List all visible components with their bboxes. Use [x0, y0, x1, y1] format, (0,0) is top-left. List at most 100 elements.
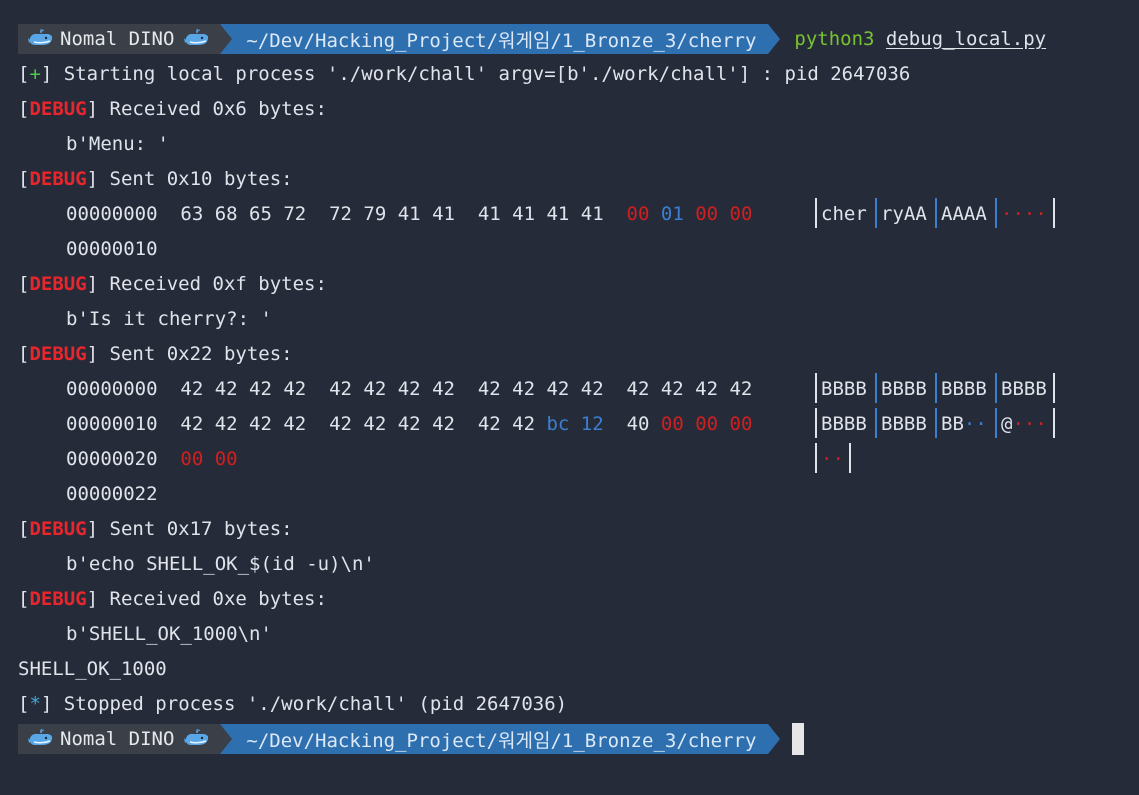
ascii-chunk: ··: [821, 448, 844, 470]
output-line: [DEBUG] Sent 0x22 bytes:: [18, 343, 293, 365]
debug-tag: DEBUG: [29, 588, 87, 610]
ascii-chunk: BB··: [941, 410, 987, 438]
output-text: b'Is it cherry?: ': [66, 308, 272, 330]
ascii-chunk: BBBB: [881, 378, 927, 400]
hex-address: 00000010: [66, 238, 158, 260]
status-star: *: [29, 693, 41, 715]
command-arg: debug_local.py: [885, 28, 1047, 50]
output-line: [DEBUG] Received 0xe bytes:: [18, 588, 327, 610]
output-text: Sent 0x10 bytes:: [98, 168, 293, 190]
whale-icon: [184, 29, 210, 49]
ascii-border: [1053, 373, 1055, 403]
output-text: Received 0x6 bytes:: [98, 98, 327, 120]
hex-address: 00000020: [66, 448, 158, 470]
ascii-separator: [875, 198, 877, 228]
ascii-border: [1053, 198, 1055, 228]
ascii-border: [1053, 408, 1055, 438]
ascii-border: [849, 443, 851, 473]
output-text: b'Menu: ': [66, 133, 169, 155]
hexdump-row: 00000000 63 68 65 72 72 79 41 41 41 41 4…: [66, 200, 752, 228]
status-plus: +: [29, 63, 41, 85]
hexdump-row: 00000000 42 42 42 42 42 42 42 42 42 42 4…: [66, 375, 752, 403]
prompt-bar: Nomal DINO ~/Dev/Hacking_Project/워게임/1_B…: [18, 24, 1046, 54]
output-line: b'Menu: ': [66, 130, 169, 158]
output-line: [DEBUG] Received 0x6 bytes:: [18, 98, 327, 120]
hex-bytes: 42 42 42 42 42 42 42 42 42 42 42 42 42 4…: [180, 378, 753, 400]
hex-bytes-ctrl: bc 12: [546, 413, 604, 435]
output-line: [DEBUG] Sent 0x17 bytes:: [18, 518, 293, 540]
output-line: SHELL_OK_1000: [18, 655, 167, 683]
output-line: [+] Starting local process './work/chall…: [18, 63, 911, 85]
ascii-chunk: @···: [1001, 410, 1047, 438]
output-line: [DEBUG] Sent 0x10 bytes:: [18, 168, 293, 190]
ascii-border: [815, 443, 817, 473]
prompt-user-segment: Nomal DINO: [18, 24, 221, 54]
output-text: Received 0xe bytes:: [98, 588, 327, 610]
hex-bytes: 42 42 42 42 42 42 42 42 42 42: [180, 413, 536, 435]
output-text: Stopped process './work/chall' (pid 2647…: [52, 693, 568, 715]
output-text: b'SHELL_OK_1000\n': [66, 623, 272, 645]
output-text: SHELL_OK_1000: [18, 658, 167, 680]
whale-icon: [184, 729, 210, 749]
hex-address: 00000000: [66, 378, 158, 400]
ascii-chunk: BBBB: [821, 413, 867, 435]
ascii-border: [815, 373, 817, 403]
prompt-bar: Nomal DINO ~/Dev/Hacking_Project/워게임/1_B…: [18, 723, 805, 755]
ascii-text: @: [1001, 413, 1013, 435]
hexdump-row: 00000022: [66, 480, 158, 508]
hexdump-row: 00000010: [66, 235, 158, 263]
terminal-cursor[interactable]: [792, 723, 805, 755]
ascii-separator: [935, 373, 937, 403]
hex-bytes-ctrl: 01: [660, 203, 684, 225]
prompt-path-segment: ~/Dev/Hacking_Project/워게임/1_Bronze_3/che…: [220, 724, 781, 754]
debug-tag: DEBUG: [29, 518, 87, 540]
hex-bytes: 63 68 65 72 72 79 41 41 41 41 41 41: [180, 203, 604, 225]
output-text: Starting local process './work/chall' ar…: [52, 63, 911, 85]
prompt-user-segment: Nomal DINO: [18, 724, 221, 754]
ascii-separator: [875, 408, 877, 438]
ascii-chunk: BBBB: [1001, 378, 1047, 400]
ascii-separator: [995, 373, 997, 403]
ascii-chunk: ····: [1001, 203, 1047, 225]
ascii-text: BB: [941, 413, 964, 435]
hex-address: 00000000: [66, 203, 158, 225]
terminal-window[interactable]: Nomal DINO ~/Dev/Hacking_Project/워게임/1_B…: [0, 0, 1139, 771]
hex-bytes-null: 00 00: [180, 448, 238, 470]
output-text: Sent 0x22 bytes:: [98, 343, 293, 365]
command-name: python3: [794, 28, 875, 50]
ascii-chunk: ryAA: [881, 203, 927, 225]
ascii-separator: [995, 198, 997, 228]
hex-bytes: 40: [626, 413, 650, 435]
ascii-chunk: AAAA: [941, 203, 987, 225]
output-line: [*] Stopped process './work/chall' (pid …: [18, 693, 568, 715]
hex-address: 00000010: [66, 413, 158, 435]
ascii-border: [815, 408, 817, 438]
output-line: [DEBUG] Received 0xf bytes:: [18, 273, 327, 295]
ascii-chunk: BBBB: [941, 378, 987, 400]
output-line: b'echo SHELL_OK_$(id -u)\n': [66, 550, 375, 578]
prompt-command: python3 debug_local.py: [794, 24, 1046, 54]
whale-icon: [28, 29, 54, 49]
hex-address: 00000022: [66, 483, 158, 505]
ascii-chunk: BBBB: [821, 378, 867, 400]
debug-tag: DEBUG: [29, 168, 87, 190]
ascii-separator: [935, 408, 937, 438]
ascii-separator: [995, 408, 997, 438]
ascii-chunk: BBBB: [881, 413, 927, 435]
ascii-separator: [875, 373, 877, 403]
hex-bytes-null: 00: [626, 203, 650, 225]
prompt-path-segment: ~/Dev/Hacking_Project/워게임/1_Bronze_3/che…: [220, 24, 781, 54]
output-line: b'SHELL_OK_1000\n': [66, 620, 272, 648]
ascii-separator: [935, 198, 937, 228]
prompt-user: Nomal DINO: [60, 728, 175, 750]
debug-tag: DEBUG: [29, 98, 87, 120]
debug-tag: DEBUG: [29, 273, 87, 295]
output-line: b'Is it cherry?: ': [66, 305, 272, 333]
prompt-user: Nomal DINO: [60, 28, 175, 50]
ascii-border: [815, 198, 817, 228]
prompt-path: ~/Dev/Hacking_Project/워게임/1_Bronze_3/che…: [246, 729, 757, 752]
ascii-chunk: cher: [821, 203, 867, 225]
whale-icon: [28, 729, 54, 749]
hexdump-row: 00000020 00 00: [66, 445, 238, 473]
ascii-ctrl: ··: [963, 413, 987, 435]
